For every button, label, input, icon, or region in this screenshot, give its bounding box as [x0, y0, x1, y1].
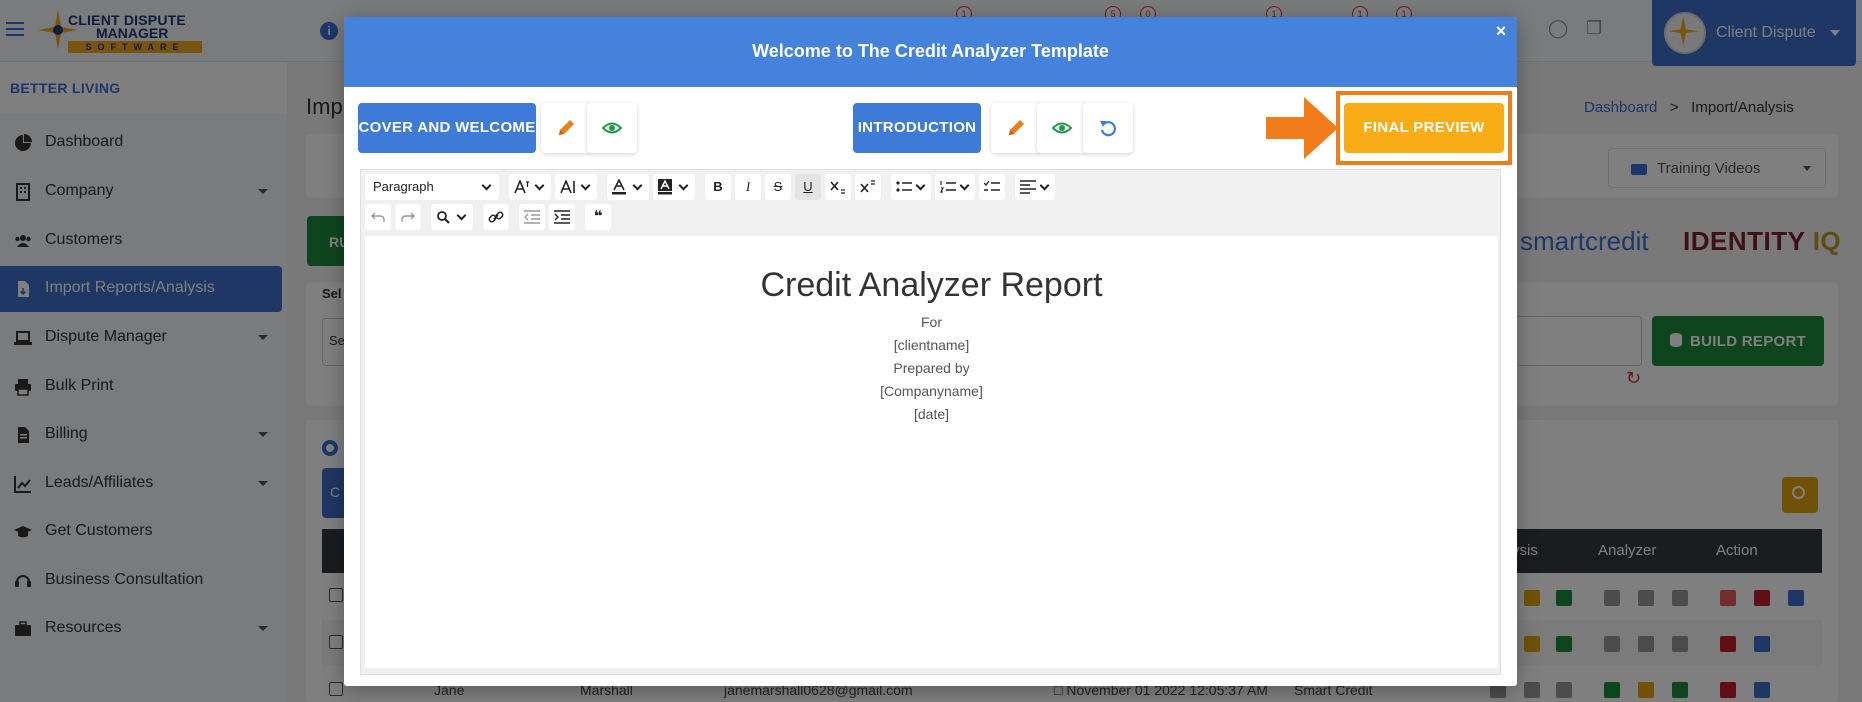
- pencil-icon: [1009, 120, 1024, 135]
- document-line: [clientname]: [893, 337, 970, 353]
- eye-icon: [1052, 122, 1072, 134]
- preview-introduction-button[interactable]: [1037, 103, 1087, 153]
- link-button[interactable]: [483, 204, 509, 230]
- document-line: [Companyname]: [880, 383, 983, 399]
- numbered-list-icon: [940, 181, 956, 193]
- chevron-down-icon: [678, 180, 689, 191]
- chevron-down-icon: [632, 180, 643, 191]
- reset-introduction-button[interactable]: [1083, 103, 1133, 153]
- link-icon: [488, 211, 504, 223]
- final-preview-button[interactable]: FINAL PREVIEW: [1344, 103, 1504, 153]
- edit-cover-button[interactable]: [541, 103, 591, 153]
- arrow-right-icon: [1266, 97, 1338, 159]
- chevron-down-icon: [534, 180, 545, 191]
- chevron-down-icon: [580, 180, 591, 191]
- indent-button[interactable]: [549, 204, 575, 230]
- font-family-dropdown[interactable]: [509, 174, 551, 200]
- find-replace-dropdown[interactable]: [431, 204, 473, 230]
- font-size-dropdown[interactable]: [555, 174, 597, 200]
- font-color-icon: [612, 179, 626, 195]
- alignment-dropdown[interactable]: [1015, 174, 1055, 200]
- cover-and-welcome-button[interactable]: COVER AND WELCOME: [358, 103, 536, 153]
- eye-icon: [602, 122, 622, 134]
- outdent-button[interactable]: [519, 204, 545, 230]
- rich-text-editor: Paragraph B I S U ❝ Credit Analyzer Repo…: [360, 169, 1501, 675]
- blockquote-button[interactable]: ❝: [585, 204, 611, 230]
- document-line: For: [921, 314, 942, 330]
- font-color-dropdown[interactable]: [607, 174, 649, 200]
- outdent-icon: [524, 210, 540, 224]
- font-family-icon: [514, 180, 529, 194]
- todo-list-button[interactable]: [979, 174, 1005, 200]
- font-size-icon: [560, 180, 575, 194]
- modal-header: Welcome to The Credit Analyzer Template …: [344, 17, 1517, 87]
- chevron-down-icon: [915, 180, 926, 191]
- credit-analyzer-modal: Welcome to The Credit Analyzer Template …: [344, 17, 1517, 686]
- background-color-dropdown[interactable]: [653, 174, 695, 200]
- bulleted-list-icon: [896, 181, 912, 192]
- edit-introduction-button[interactable]: [991, 103, 1041, 153]
- pencil-icon: [559, 120, 574, 135]
- bold-button[interactable]: B: [705, 174, 731, 200]
- align-left-icon: [1020, 180, 1036, 194]
- indent-icon: [554, 210, 570, 224]
- background-color-icon: [658, 179, 672, 195]
- chevron-down-icon: [1039, 180, 1050, 191]
- italic-button[interactable]: I: [735, 174, 761, 200]
- document-title: Credit Analyzer Report: [760, 266, 1103, 304]
- close-icon[interactable]: ×: [1491, 21, 1511, 41]
- subscript-icon: [830, 181, 845, 194]
- numbered-list-dropdown[interactable]: [935, 174, 975, 200]
- modal-title: Welcome to The Credit Analyzer Template: [752, 41, 1109, 61]
- paragraph-select[interactable]: Paragraph: [365, 174, 499, 200]
- preview-cover-button[interactable]: [587, 103, 637, 153]
- chevron-down-icon: [481, 180, 492, 191]
- find-replace-icon: [437, 211, 450, 224]
- document-body[interactable]: Credit Analyzer Report For [clientname] …: [365, 236, 1498, 668]
- undo-icon: [371, 212, 385, 222]
- redo-button[interactable]: [395, 204, 421, 230]
- introduction-button[interactable]: INTRODUCTION: [853, 103, 981, 153]
- redo-icon: [401, 212, 415, 222]
- chevron-down-icon: [456, 210, 467, 221]
- superscript-icon: [860, 180, 875, 193]
- document-line: Prepared by: [893, 360, 970, 376]
- undo-button[interactable]: [365, 204, 391, 230]
- document-line: [date]: [913, 406, 950, 422]
- undo-icon: [1100, 121, 1116, 137]
- checklist-icon: [984, 181, 1000, 191]
- strikethrough-button[interactable]: S: [765, 174, 791, 200]
- underline-button[interactable]: U: [795, 174, 821, 200]
- superscript-button[interactable]: [855, 174, 881, 200]
- subscript-button[interactable]: [825, 174, 851, 200]
- chevron-down-icon: [959, 180, 970, 191]
- bulleted-list-dropdown[interactable]: [891, 174, 931, 200]
